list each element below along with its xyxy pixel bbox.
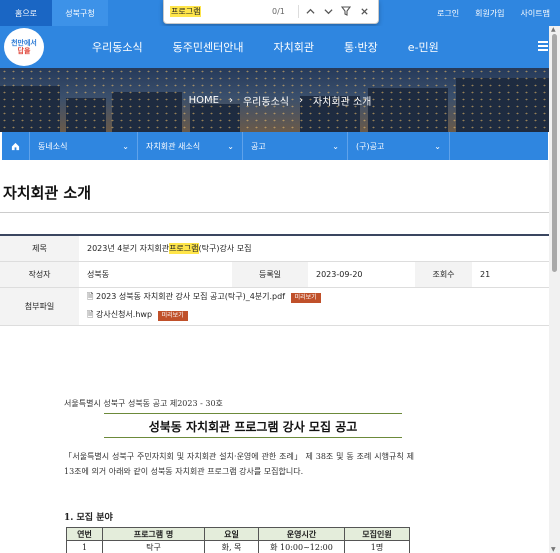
find-divider (298, 5, 299, 18)
chevron-right-icon: › (228, 94, 233, 106)
notice-headline: 성북동 자치회관 프로그램 강사 모집 공고 (148, 420, 358, 434)
subject-text-post: (탁구)강사 모집 (198, 244, 252, 253)
nav-item-community-hall[interactable]: 자치회관 (261, 39, 325, 55)
date-value: 2023-09-20 (316, 270, 363, 279)
views-label: 조회수 (415, 262, 472, 287)
menu-icon[interactable] (538, 41, 548, 51)
logo-line-1: 천만에서 (11, 39, 37, 47)
subnav-select-3-label: 공고 (251, 141, 266, 151)
preview-button[interactable]: 미리보기 (290, 292, 321, 303)
attachment-row: 첨부파일 🗎 2023 성북동 자치회관 강사 모집 공고(탁구)_4분기.pd… (0, 288, 549, 326)
attachment-label: 첨부파일 (0, 288, 79, 325)
preview-button[interactable]: 미리보기 (157, 310, 188, 321)
subnav-select-3[interactable]: 공고 ⌄ (243, 132, 348, 160)
table-row: 1 탁구 화, 목 화 10:00~12:00 1명 (66, 540, 410, 553)
home-tab[interactable]: 홈으로 (0, 0, 52, 26)
logo-line-2: 답을 (17, 47, 31, 55)
main-nav: 우리동소식 동주민센터안내 자치회관 통·반장 e-민원 (0, 26, 560, 68)
find-input[interactable]: 프로그램 (170, 6, 202, 17)
page-scrollbar[interactable]: ▲ ▼ (549, 26, 560, 553)
recruit-table-header: 연번 프로그램 명 요일 운영시간 모집인원 (66, 527, 410, 541)
author-value: 성북동 (87, 270, 110, 279)
attachment-filename[interactable]: 2023 성북동 자치회관 강사 모집 공고(탁구)_4분기.pdf (96, 292, 285, 301)
attachment-item: 🗎 강사신청서.hwp 미리보기 (87, 309, 188, 323)
subject-text-pre: 2023년 4분기 자치회관 (87, 244, 170, 253)
headline-rule-top (104, 413, 402, 414)
cell-day: 화, 목 (204, 540, 259, 553)
chevron-down-icon: ⌄ (227, 141, 234, 151)
section-heading: 1. 모집 분야 (64, 513, 113, 523)
notice-paragraph: 「서울특별시 성북구 주민자치회 및 자치회관 설치·운영에 관한 조례」 제 … (64, 452, 414, 476)
recruit-table: 연번 프로그램 명 요일 운영시간 모집인원 1 탁구 화, 목 화 10:00… (66, 527, 410, 553)
scroll-up-icon[interactable]: ▲ (551, 26, 556, 33)
breadcrumb-home[interactable]: HOME (189, 95, 219, 106)
close-icon[interactable] (356, 3, 372, 19)
sub-nav: 동네소식 ⌄ 자치회관 새소식 ⌄ 공고 ⌄ (구)공고 ⌄ (2, 132, 548, 160)
col-headcount: 모집인원 (344, 527, 410, 541)
utility-links: 로그인 회원가입 사이트맵 (437, 0, 550, 26)
scroll-down-icon[interactable]: ▼ (551, 546, 556, 553)
subject-row: 제목 2023년 4분기 자치회관 프로그램 (탁구)강사 모집 (0, 236, 549, 262)
subject-label: 제목 (0, 236, 79, 261)
subnav-select-4[interactable]: (구)공고 ⌄ (348, 132, 450, 160)
breadcrumb: HOME › 우리동소식 › 자치회관 소개 (0, 68, 560, 132)
chevron-up-icon[interactable] (302, 3, 318, 19)
signup-link[interactable]: 회원가입 (475, 8, 504, 19)
subnav-select-2[interactable]: 자치회관 새소식 ⌄ (138, 132, 243, 160)
find-in-page-bar: 프로그램 0/1 (163, 0, 379, 24)
district-office-tab[interactable]: 성북구청 (52, 0, 108, 26)
col-day: 요일 (204, 527, 259, 541)
subnav-select-1-label: 동네소식 (38, 141, 68, 151)
find-match-count: 0/1 (272, 7, 285, 16)
login-link[interactable]: 로그인 (437, 8, 459, 19)
attachment-list: 🗎 2023 성북동 자치회관 강사 모집 공고(탁구)_4분기.pdf 미리보… (79, 288, 549, 325)
sitemap-link[interactable]: 사이트맵 (521, 8, 550, 19)
chevron-down-icon[interactable] (320, 3, 336, 19)
nav-item-news[interactable]: 우리동소식 (80, 39, 155, 55)
cell-no: 1 (66, 540, 103, 553)
scrollbar-thumb[interactable] (552, 34, 557, 272)
author-label: 작성자 (0, 262, 79, 287)
attachment-filename[interactable]: 강사신청서.hwp (96, 310, 152, 319)
nav-item-e-civil[interactable]: e-민원 (396, 39, 451, 55)
nav-item-center-info[interactable]: 동주민센터안내 (161, 39, 256, 55)
filter-icon[interactable] (338, 3, 354, 19)
nav-item-tong-ban[interactable]: 통·반장 (332, 39, 390, 55)
breadcrumb-current: 자치회관 소개 (312, 96, 372, 108)
file-icon: 🗎 (87, 291, 94, 301)
date-label: 등록일 (232, 262, 308, 287)
meta-row: 작성자 성북동 등록일 2023-09-20 조회수 21 (0, 262, 549, 288)
hero-banner: HOME › 우리동소식 › 자치회관 소개 (0, 68, 560, 132)
cell-program: 탁구 (102, 540, 205, 553)
chevron-down-icon: ⌄ (122, 141, 129, 151)
views-value: 21 (480, 270, 491, 279)
file-icon: 🗎 (87, 309, 94, 319)
attachment-item: 🗎 2023 성북동 자치회관 강사 모집 공고(탁구)_4분기.pdf 미리보… (87, 291, 321, 305)
headline-rule-bottom (104, 437, 402, 438)
cell-time: 화 10:00~12:00 (258, 540, 345, 553)
post-content: 서울특별시 성북구 성북동 공고 제2023 - 30호 성북동 자치회관 프로… (0, 326, 549, 553)
subject-value: 2023년 4분기 자치회관 프로그램 (탁구)강사 모집 (79, 236, 549, 261)
col-program: 프로그램 명 (102, 527, 205, 541)
site-logo[interactable]: 천만에서 답을 (4, 28, 44, 66)
title-divider (0, 212, 549, 213)
post-info-table: 제목 2023년 4분기 자치회관 프로그램 (탁구)강사 모집 작성자 성북동… (0, 234, 549, 326)
cell-headcount: 1명 (344, 540, 410, 553)
subnav-select-2-label: 자치회관 새소식 (146, 141, 201, 151)
col-no: 연번 (66, 527, 103, 541)
subject-text-highlight: 프로그램 (169, 243, 199, 254)
chevron-down-icon: ⌄ (332, 141, 339, 151)
col-time: 운영시간 (258, 527, 345, 541)
notice-number: 서울특별시 성북구 성북동 공고 제2023 - 30호 (64, 399, 223, 408)
chevron-right-icon: › (298, 94, 303, 106)
chevron-down-icon: ⌄ (434, 141, 441, 151)
breadcrumb-news[interactable]: 우리동소식 (243, 93, 289, 108)
home-icon[interactable] (2, 132, 30, 160)
main-menu: 우리동소식 동주민센터안내 자치회관 통·반장 e-민원 (80, 26, 457, 68)
subnav-select-1[interactable]: 동네소식 ⌄ (30, 132, 138, 160)
subnav-select-4-label: (구)공고 (356, 141, 385, 151)
page-title: 자치회관 소개 (3, 184, 92, 202)
